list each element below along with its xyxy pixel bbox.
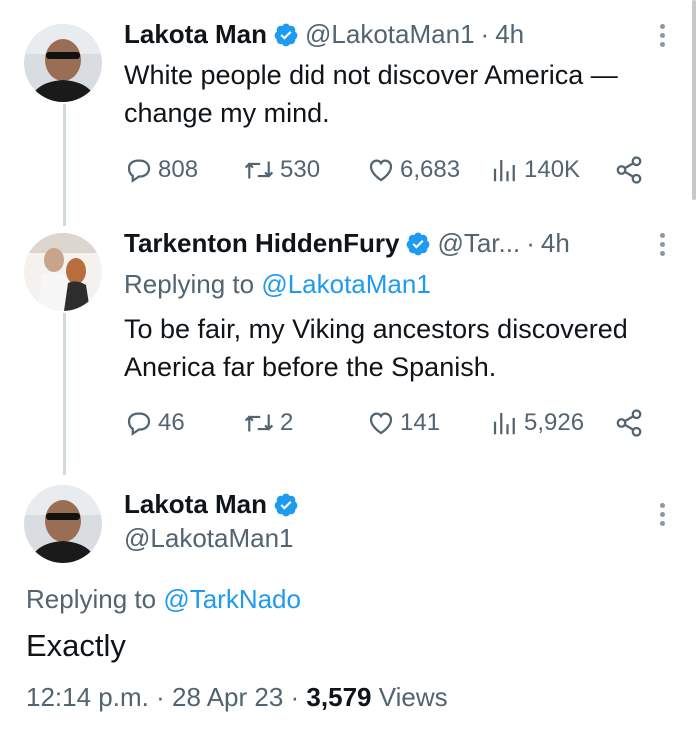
tweet-time[interactable]: 12:14 p.m. bbox=[26, 682, 149, 712]
verified-badge-icon bbox=[274, 493, 298, 516]
handle[interactable]: @LakotaMan1 bbox=[305, 19, 475, 50]
share-icon[interactable] bbox=[614, 408, 644, 438]
more-options-icon[interactable] bbox=[658, 503, 666, 526]
handle[interactable]: @Tar... bbox=[437, 228, 520, 259]
like-count: 6,683 bbox=[400, 156, 461, 183]
action-bar: 808 530 6,683 140K bbox=[124, 155, 644, 185]
share-icon[interactable] bbox=[614, 155, 644, 185]
reply-icon bbox=[127, 412, 151, 436]
reply-button[interactable]: 46 bbox=[124, 408, 242, 438]
tweet-date[interactable]: 28 Apr 23 bbox=[172, 682, 283, 712]
more-options-icon[interactable] bbox=[658, 233, 666, 256]
verified-badge-icon bbox=[274, 23, 298, 46]
tweet-meta: 12:14 p.m. · 28 Apr 23 · 3,579 Views bbox=[26, 682, 448, 713]
tweet-text: Exactly bbox=[26, 628, 126, 663]
more-options-icon[interactable] bbox=[658, 24, 666, 47]
retweet-count: 530 bbox=[280, 156, 321, 183]
replying-label: Replying to bbox=[124, 269, 255, 299]
separator-dot: · bbox=[526, 228, 535, 258]
views-button[interactable]: 140K bbox=[490, 155, 614, 185]
verified-badge-icon bbox=[407, 232, 430, 255]
handle[interactable]: @LakotaMan1 bbox=[124, 523, 294, 554]
analytics-icon bbox=[493, 413, 515, 435]
display-name[interactable]: Lakota Man bbox=[124, 489, 267, 520]
timestamp[interactable]: 4h bbox=[495, 19, 524, 50]
mention-link[interactable]: @LakotaMan1 bbox=[261, 269, 431, 299]
retweet-count: 2 bbox=[280, 409, 294, 436]
retweet-icon bbox=[244, 414, 274, 432]
like-button[interactable]: 141 bbox=[366, 408, 490, 438]
tweet-header: Tarkenton HiddenFury @Tar... · 4h bbox=[124, 228, 570, 259]
views-button[interactable]: 5,926 bbox=[490, 408, 614, 438]
views-count: 3,579 bbox=[306, 682, 372, 712]
retweet-button[interactable]: 530 bbox=[242, 155, 366, 185]
separator-dot: · bbox=[480, 19, 490, 49]
heart-icon bbox=[369, 159, 393, 182]
like-button[interactable]: 6,683 bbox=[366, 155, 490, 185]
reply-button[interactable]: 808 bbox=[124, 155, 242, 185]
replying-label: Replying to bbox=[26, 584, 157, 614]
reply-icon bbox=[127, 159, 151, 183]
display-name[interactable]: Tarkenton HiddenFury bbox=[124, 228, 399, 259]
thread-line bbox=[63, 313, 66, 475]
replying-to: Replying to @LakotaMan1 bbox=[124, 269, 431, 300]
avatar[interactable] bbox=[24, 485, 102, 563]
views-label: Views bbox=[378, 682, 448, 712]
retweet-button[interactable]: 2 bbox=[242, 408, 366, 438]
tweet-text-line: change my mind. bbox=[124, 98, 330, 128]
heart-icon bbox=[369, 412, 393, 435]
timestamp[interactable]: 4h bbox=[541, 228, 570, 259]
tweet-2[interactable]: Tarkenton HiddenFury @Tar... · 4h Replyi… bbox=[0, 215, 700, 475]
separator-dot: · bbox=[290, 682, 307, 712]
tweet-text-line: White people did not discover America — bbox=[124, 60, 618, 90]
tweet-text: White people did not discover America — … bbox=[124, 56, 618, 132]
retweet-icon bbox=[244, 161, 274, 179]
action-bar: 46 2 141 5,926 bbox=[124, 408, 644, 438]
tweet-header: Lakota Man @LakotaMan1 · 4h bbox=[124, 19, 524, 50]
views-count: 140K bbox=[524, 156, 581, 183]
mention-link[interactable]: @TarkNado bbox=[163, 584, 301, 614]
tweet-text-line: Anerica far before the Spanish. bbox=[124, 352, 497, 382]
tweet-1[interactable]: Lakota Man @LakotaMan1 · 4h White people… bbox=[0, 0, 700, 226]
analytics-icon bbox=[493, 160, 515, 182]
thread-line bbox=[63, 104, 66, 226]
tweet-header: Lakota Man bbox=[124, 489, 299, 520]
replying-to: Replying to @TarkNado bbox=[26, 584, 301, 615]
views-count: 5,926 bbox=[524, 409, 585, 436]
display-name[interactable]: Lakota Man bbox=[124, 19, 267, 50]
avatar[interactable] bbox=[24, 24, 102, 102]
tweet-text: To be fair, my Viking ancestors discover… bbox=[124, 310, 628, 386]
reply-count: 46 bbox=[158, 409, 185, 436]
avatar[interactable] bbox=[24, 233, 102, 311]
tweet-handle-row: @LakotaMan1 bbox=[124, 523, 294, 554]
separator-dot: · bbox=[156, 682, 172, 712]
reply-count: 808 bbox=[158, 156, 199, 183]
like-count: 141 bbox=[400, 409, 441, 436]
tweet-text-line: To be fair, my Viking ancestors discover… bbox=[124, 314, 628, 344]
